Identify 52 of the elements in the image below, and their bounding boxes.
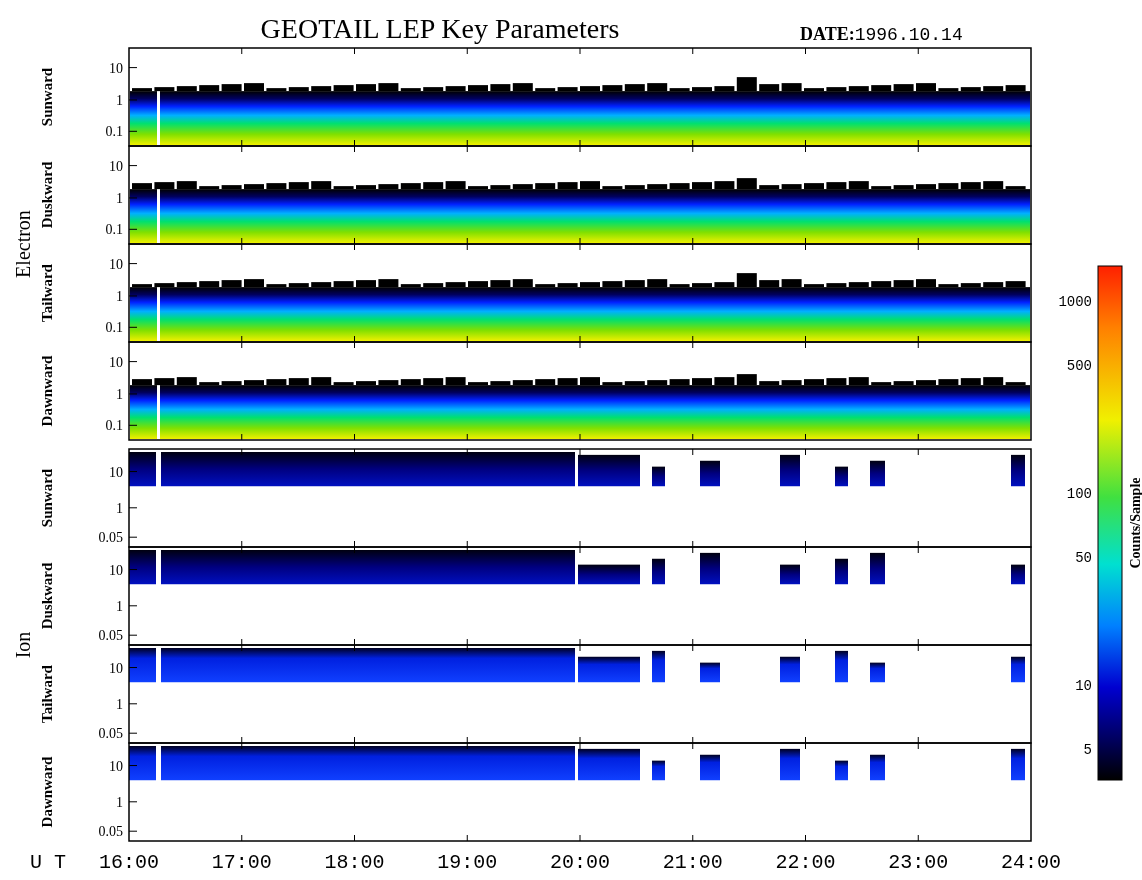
y-tick-label: 10	[109, 354, 123, 370]
y-tick-label: 1	[116, 500, 123, 516]
y-tick-label: 0.05	[98, 726, 123, 742]
colorbar-tick-label: 100	[1066, 486, 1092, 502]
x-tick-label: 19:00	[437, 851, 498, 874]
y-tick-label: 0.1	[105, 320, 123, 336]
y-tick-label: 1	[116, 794, 123, 810]
y-tick-label: 0.05	[98, 824, 123, 840]
y-tick-label: 10	[109, 60, 123, 76]
y-tick-label: 10	[109, 256, 123, 272]
y-tick-label: 0.1	[105, 418, 123, 434]
x-tick-label: 22:00	[775, 851, 836, 874]
colorbar-tick-label: 500	[1066, 358, 1092, 374]
y-tick-label: 1	[116, 386, 123, 402]
panel-label: Duskward	[39, 562, 55, 630]
y-tick-label: 0.1	[105, 222, 123, 238]
x-tick-label: 16:00	[99, 851, 159, 874]
colorbar-tick-label: 5	[1083, 742, 1092, 758]
x-tick-label: 17:00	[211, 851, 272, 874]
panel-label: Duskward	[39, 161, 55, 229]
y-tick-label: 0.1	[105, 124, 123, 140]
panel-label: Tailward	[39, 264, 55, 322]
panel-label: Sunward	[39, 468, 55, 528]
x-tick-label: 21:00	[662, 851, 723, 874]
colorbar-tick-label: 1000	[1058, 294, 1092, 310]
panel-label: Tailward	[39, 665, 55, 723]
y-tick-label: 10	[109, 562, 123, 578]
panel-label: Dawnward	[39, 355, 55, 427]
panel-label: Dawnward	[39, 756, 55, 828]
y-tick-label: 0.05	[98, 628, 123, 644]
y-tick-label: 1	[116, 598, 123, 614]
colorbar-tick-label: 10	[1075, 678, 1092, 694]
y-tick-label: 0.05	[98, 530, 123, 546]
x-tick-label: 23:00	[888, 851, 949, 874]
x-tick-label: 18:00	[324, 851, 385, 874]
plot-title: GEOTAIL LEP Key Parameters	[260, 13, 620, 44]
group-label: Ion	[12, 631, 34, 659]
date-label: DATE:1996.10.14	[800, 24, 963, 45]
group-label: Electron	[12, 210, 34, 278]
colorbar-tick-label: 50	[1075, 550, 1092, 566]
y-tick-label: 1	[116, 696, 123, 712]
y-tick-label: 10	[109, 464, 123, 480]
panel-label: Sunward	[39, 67, 55, 127]
y-tick-label: 1	[116, 288, 123, 304]
y-tick-label: 1	[116, 190, 123, 206]
x-axis-label: U T	[30, 851, 66, 874]
x-tick-label: 24:00	[1001, 851, 1061, 874]
y-tick-label: 10	[109, 660, 123, 676]
x-tick-label: 20:00	[550, 851, 610, 874]
y-tick-label: 1	[116, 92, 123, 108]
y-tick-label: 10	[109, 158, 123, 174]
y-tick-label: 10	[109, 758, 123, 774]
